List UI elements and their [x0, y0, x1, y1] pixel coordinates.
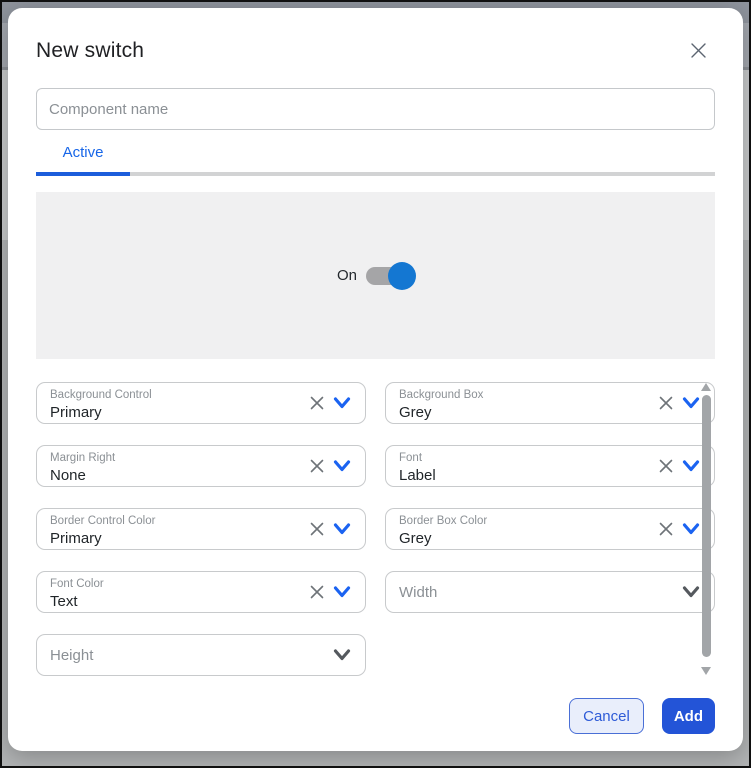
preview-panel: On: [36, 192, 715, 359]
tab-track: [36, 172, 715, 176]
field-value: None: [50, 466, 279, 485]
field-actions: [309, 584, 351, 600]
field-actions: [309, 521, 351, 537]
field-label: Border Control Color: [50, 514, 279, 528]
screen-frame: New switch Active On: [0, 0, 751, 768]
field-label: Border Box Color: [399, 514, 628, 528]
toggle-track[interactable]: [366, 267, 414, 285]
field-actions: [682, 585, 700, 599]
dialog-footer: Cancel Add: [36, 698, 715, 734]
style-fields-grid: Background Control Primary Background Bo…: [36, 382, 715, 676]
switch-preview[interactable]: On: [337, 267, 414, 285]
clear-icon[interactable]: [658, 521, 674, 537]
field-label: Font: [399, 451, 628, 465]
scrollbar-thumb[interactable]: [702, 395, 711, 657]
chevron-down-icon[interactable]: [333, 585, 351, 599]
select-border-control-color[interactable]: Border Control Color Primary: [36, 508, 366, 550]
field-label: Background Box: [399, 388, 628, 402]
chevron-down-icon[interactable]: [333, 459, 351, 473]
dialog-header: New switch: [36, 39, 715, 63]
field-value: Text: [50, 592, 279, 611]
toggle-knob[interactable]: [388, 262, 416, 290]
clear-icon[interactable]: [309, 458, 325, 474]
select-border-box-color[interactable]: Border Box Color Grey: [385, 508, 715, 550]
field-value: Primary: [50, 529, 279, 548]
clear-icon[interactable]: [658, 458, 674, 474]
field-actions: [309, 395, 351, 411]
field-actions: [658, 458, 700, 474]
chevron-down-icon[interactable]: [682, 585, 700, 599]
chevron-down-icon[interactable]: [333, 396, 351, 410]
field-label: Background Control: [50, 388, 279, 402]
scroll-down-icon[interactable]: [701, 667, 711, 675]
field-placeholder: Height: [37, 647, 93, 664]
field-actions: [309, 458, 351, 474]
field-value: Primary: [50, 403, 279, 422]
select-height[interactable]: Height: [36, 634, 366, 676]
chevron-down-icon[interactable]: [682, 522, 700, 536]
select-margin-right[interactable]: Margin Right None: [36, 445, 366, 487]
chevron-down-icon[interactable]: [682, 459, 700, 473]
clear-icon[interactable]: [658, 395, 674, 411]
tab-active-indicator: [36, 172, 130, 176]
field-placeholder: Width: [386, 584, 437, 601]
dialog-title: New switch: [36, 39, 715, 63]
field-label: Margin Right: [50, 451, 279, 465]
cancel-button[interactable]: Cancel: [569, 698, 644, 734]
close-icon: [689, 41, 708, 63]
select-font[interactable]: Font Label: [385, 445, 715, 487]
component-name-input[interactable]: [36, 88, 715, 130]
tab-active[interactable]: Active: [36, 145, 130, 161]
field-actions: [658, 521, 700, 537]
new-switch-dialog: New switch Active On: [8, 8, 743, 751]
select-background-box[interactable]: Background Box Grey: [385, 382, 715, 424]
scrollbar: [701, 383, 711, 675]
tab-bar: Active: [36, 144, 715, 176]
scroll-up-icon[interactable]: [701, 383, 711, 391]
chevron-down-icon[interactable]: [333, 648, 351, 662]
clear-icon[interactable]: [309, 584, 325, 600]
field-value: Grey: [399, 529, 628, 548]
chevron-down-icon[interactable]: [333, 522, 351, 536]
field-value: Grey: [399, 403, 628, 422]
select-background-control[interactable]: Background Control Primary: [36, 382, 366, 424]
field-actions: [333, 648, 351, 662]
clear-icon[interactable]: [309, 521, 325, 537]
toggle-label: On: [337, 267, 357, 284]
field-label: Font Color: [50, 577, 279, 591]
field-value: Label: [399, 466, 628, 485]
close-button[interactable]: [687, 41, 709, 63]
chevron-down-icon[interactable]: [682, 396, 700, 410]
clear-icon[interactable]: [309, 395, 325, 411]
field-actions: [658, 395, 700, 411]
select-font-color[interactable]: Font Color Text: [36, 571, 366, 613]
select-width[interactable]: Width: [385, 571, 715, 613]
add-button[interactable]: Add: [662, 698, 715, 734]
